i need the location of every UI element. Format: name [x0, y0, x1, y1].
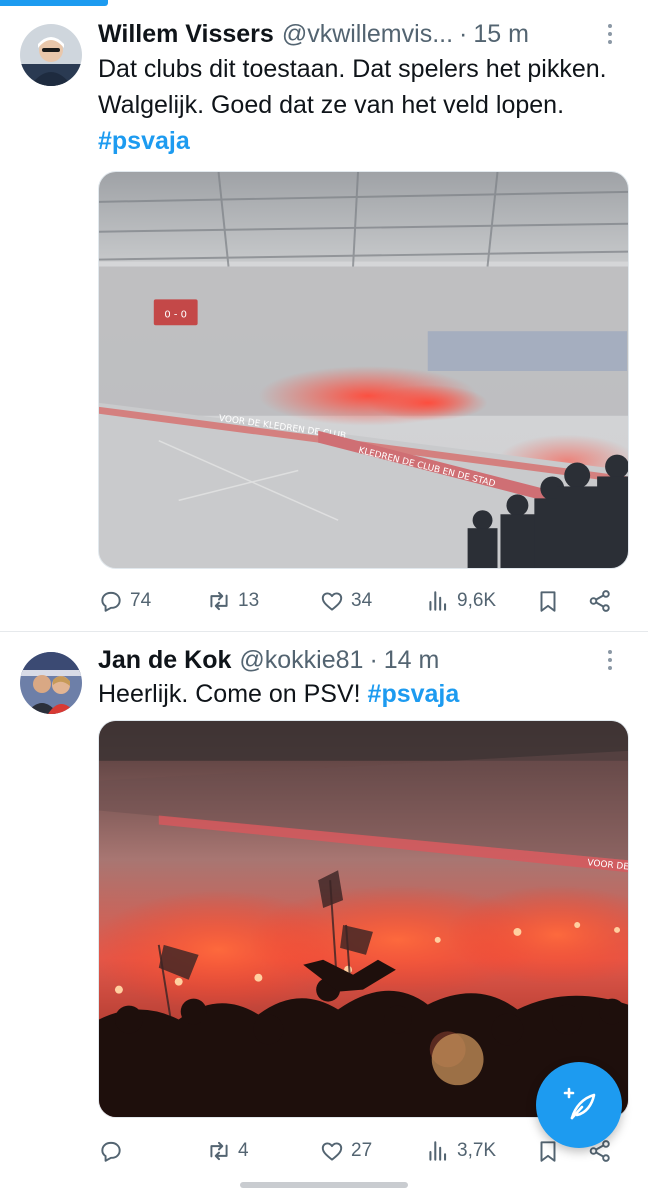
- separator-dot: ·: [459, 19, 468, 48]
- tweet-actions: 74 13 34 9,6K: [98, 584, 618, 618]
- more-options-icon[interactable]: [596, 646, 624, 674]
- tweet-text-main: Dat clubs dit toestaan. Dat spelers het …: [98, 55, 607, 119]
- repost-count: 13: [238, 590, 260, 611]
- views-icon: [429, 1141, 447, 1161]
- tweet-media[interactable]: VOOR DE: [98, 720, 629, 1118]
- like-button[interactable]: 27: [319, 1134, 372, 1168]
- more-options-icon[interactable]: [596, 20, 624, 48]
- reply-button[interactable]: [98, 1134, 130, 1168]
- compose-feather-icon: [563, 1087, 596, 1120]
- tweet-text: Dat clubs dit toestaan. Dat spelers het …: [98, 51, 618, 159]
- author-name[interactable]: Jan de Kok: [98, 646, 231, 675]
- views-count: 9,6K: [457, 590, 497, 611]
- repost-button[interactable]: 13: [206, 584, 259, 618]
- like-count: 27: [351, 1140, 373, 1161]
- tweet-header: Willem Vissers @vkwillemvis... · 15 m: [98, 16, 624, 52]
- bookmark-icon: [540, 591, 556, 612]
- views-count: 3,7K: [457, 1140, 497, 1161]
- hashtag-link[interactable]: #psvaja: [98, 127, 190, 155]
- like-count: 34: [351, 590, 373, 611]
- stadium-smoke-photo: 0 - 0 VOOR DE KLEDREN DE CLUB KLEDREN DE…: [99, 172, 628, 568]
- tweet-media[interactable]: 0 - 0 VOOR DE KLEDREN DE CLUB KLEDREN DE…: [98, 171, 629, 569]
- avatar[interactable]: [20, 652, 82, 714]
- reply-icon: [101, 1141, 121, 1162]
- bookmark-button[interactable]: [535, 584, 561, 618]
- reply-button[interactable]: 74: [98, 584, 151, 618]
- like-icon: [321, 1142, 343, 1161]
- repost-icon: [210, 1141, 228, 1161]
- author-handle[interactable]: @vkwillemvis...: [282, 20, 453, 49]
- views-button[interactable]: 3,7K: [425, 1134, 496, 1168]
- tweet-text-main: Heerlijk. Come on PSV!: [98, 680, 368, 708]
- avatar-photo: [20, 652, 82, 714]
- repost-button[interactable]: 4: [206, 1134, 249, 1168]
- home-indicator[interactable]: [240, 1182, 408, 1188]
- scoreboard-text: 0 - 0: [164, 309, 187, 320]
- tweet[interactable]: Willem Vissers @vkwillemvis... · 15 m Da…: [0, 0, 648, 632]
- hashtag-link[interactable]: #psvaja: [368, 680, 460, 708]
- repost-icon: [210, 591, 228, 611]
- views-button[interactable]: 9,6K: [425, 584, 496, 618]
- separator-dot: ·: [369, 645, 378, 674]
- like-button[interactable]: 34: [319, 584, 372, 618]
- author-handle[interactable]: @kokkie81: [239, 646, 363, 675]
- reply-count: 74: [130, 590, 152, 611]
- compose-button[interactable]: [536, 1062, 622, 1148]
- like-icon: [321, 592, 343, 611]
- share-icon: [589, 590, 610, 612]
- avatar-photo: [20, 24, 82, 86]
- reply-icon: [101, 591, 121, 612]
- tweet-actions: 4 27 3,7K: [98, 1134, 618, 1168]
- share-button[interactable]: [587, 584, 613, 618]
- timestamp[interactable]: 15 m: [473, 20, 529, 49]
- repost-count: 4: [238, 1140, 249, 1161]
- author-name[interactable]: Willem Vissers: [98, 20, 274, 49]
- tweet-text: Heerlijk. Come on PSV! #psvaja: [98, 676, 618, 712]
- timestamp[interactable]: 14 m: [384, 646, 440, 675]
- stadium-flares-photo: VOOR DE: [99, 721, 628, 1117]
- tweet-header: Jan de Kok @kokkie81 · 14 m: [98, 642, 624, 678]
- avatar[interactable]: [20, 24, 82, 86]
- views-icon: [429, 591, 447, 611]
